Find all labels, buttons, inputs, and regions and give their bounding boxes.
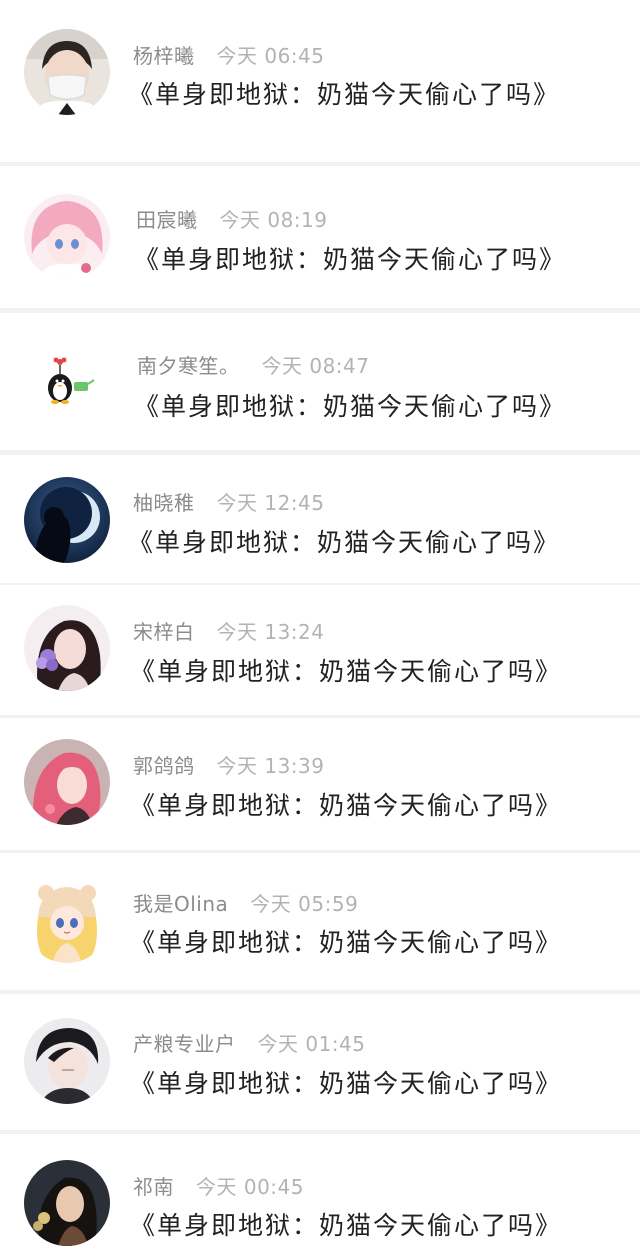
timestamp: 今天 08:47 bbox=[261, 354, 370, 378]
list-item[interactable]: 祁南 今天 00:45 《单身即地狱：奶猫今天偷心了吗》 bbox=[0, 1134, 640, 1259]
message-meta: 柚晓稚 今天 12:45 bbox=[133, 487, 325, 516]
timestamp: 今天 00:45 bbox=[196, 1175, 304, 1199]
pink-anime-girl-avatar-icon[interactable] bbox=[24, 194, 110, 280]
list-item[interactable]: 南夕寒笙。 今天 08:47 《单身即地狱：奶猫今天偷心了吗》 bbox=[0, 313, 640, 450]
message-meta: 郭鸽鸽 今天 13:39 bbox=[133, 750, 325, 779]
list-item[interactable]: 郭鸽鸽 今天 13:39 《单身即地狱：奶猫今天偷心了吗》 bbox=[0, 718, 640, 850]
message-meta: 田宸曦 今天 08:19 bbox=[136, 204, 328, 233]
pink-hair-girl-avatar-icon[interactable] bbox=[24, 739, 110, 825]
message-title[interactable]: 《单身即地狱：奶猫今天偷心了吗》 bbox=[130, 1064, 562, 1100]
message-title[interactable]: 《单身即地狱：奶猫今天偷心了吗》 bbox=[130, 923, 562, 959]
message-meta: 南夕寒笙。 今天 08:47 bbox=[137, 350, 370, 379]
message-title[interactable]: 《单身即地狱：奶猫今天偷心了吗》 bbox=[128, 75, 560, 111]
girl-with-flowers-avatar-icon[interactable] bbox=[24, 605, 110, 691]
moon-silhouette-avatar-icon[interactable] bbox=[24, 477, 110, 563]
penguin-with-flower-avatar-icon[interactable] bbox=[24, 338, 110, 424]
sender-name[interactable]: 我是Olina bbox=[133, 892, 228, 916]
message-meta: 产粮专业户 今天 01:45 bbox=[133, 1028, 366, 1057]
girl-night-portrait-avatar-icon[interactable] bbox=[24, 1160, 110, 1246]
timestamp: 今天 12:45 bbox=[216, 491, 325, 515]
message-meta: 杨梓曦 今天 06:45 bbox=[133, 40, 325, 69]
message-meta: 我是Olina 今天 05:59 bbox=[133, 888, 358, 917]
message-meta: 宋梓白 今天 13:24 bbox=[133, 616, 325, 645]
sender-name[interactable]: 杨梓曦 bbox=[133, 44, 195, 68]
timestamp: 今天 06:45 bbox=[216, 44, 325, 68]
timestamp: 今天 13:39 bbox=[216, 754, 325, 778]
sender-name[interactable]: 宋梓白 bbox=[133, 620, 195, 644]
message-title[interactable]: 《单身即地狱：奶猫今天偷心了吗》 bbox=[128, 523, 560, 559]
sender-name[interactable]: 田宸曦 bbox=[136, 208, 198, 232]
list-item[interactable]: 田宸曦 今天 08:19 《单身即地狱：奶猫今天偷心了吗》 bbox=[0, 166, 640, 308]
message-title[interactable]: 《单身即地狱：奶猫今天偷心了吗》 bbox=[130, 652, 562, 688]
message-title[interactable]: 《单身即地狱：奶猫今天偷心了吗》 bbox=[130, 1206, 562, 1242]
message-meta: 祁南 今天 00:45 bbox=[133, 1171, 304, 1200]
message-title[interactable]: 《单身即地狱：奶猫今天偷心了吗》 bbox=[130, 786, 562, 822]
sender-name[interactable]: 祁南 bbox=[133, 1175, 174, 1199]
message-title[interactable]: 《单身即地狱：奶猫今天偷心了吗》 bbox=[134, 387, 566, 423]
list-item[interactable]: 产粮专业户 今天 01:45 《单身即地狱：奶猫今天偷心了吗》 bbox=[0, 994, 640, 1130]
sender-name[interactable]: 郭鸽鸽 bbox=[133, 754, 195, 778]
sender-name[interactable]: 南夕寒笙。 bbox=[137, 354, 240, 378]
list-item[interactable]: 宋梓白 今天 13:24 《单身即地狱：奶猫今天偷心了吗》 bbox=[0, 585, 640, 715]
anime-girl-bear-hat-avatar-icon[interactable] bbox=[24, 877, 110, 963]
timestamp: 今天 05:59 bbox=[250, 892, 359, 916]
message-title[interactable]: 《单身即地狱：奶猫今天偷心了吗》 bbox=[134, 240, 566, 276]
sender-name[interactable]: 产粮专业户 bbox=[133, 1032, 236, 1056]
anime-boy-avatar-icon[interactable] bbox=[24, 1018, 110, 1104]
timestamp: 今天 08:19 bbox=[219, 208, 328, 232]
boy-mask-avatar-icon[interactable] bbox=[24, 29, 110, 115]
list-item[interactable]: 我是Olina 今天 05:59 《单身即地狱：奶猫今天偷心了吗》 bbox=[0, 853, 640, 990]
message-feed: 杨梓曦 今天 06:45 《单身即地狱：奶猫今天偷心了吗》 田宸曦 今天 08:19… bbox=[0, 0, 640, 1259]
sender-name[interactable]: 柚晓稚 bbox=[133, 491, 195, 515]
list-item[interactable]: 杨梓曦 今天 06:45 《单身即地狱：奶猫今天偷心了吗》 bbox=[0, 0, 640, 162]
timestamp: 今天 13:24 bbox=[216, 620, 325, 644]
timestamp: 今天 01:45 bbox=[257, 1032, 366, 1056]
list-item[interactable]: 柚晓稚 今天 12:45 《单身即地狱：奶猫今天偷心了吗》 bbox=[0, 455, 640, 583]
